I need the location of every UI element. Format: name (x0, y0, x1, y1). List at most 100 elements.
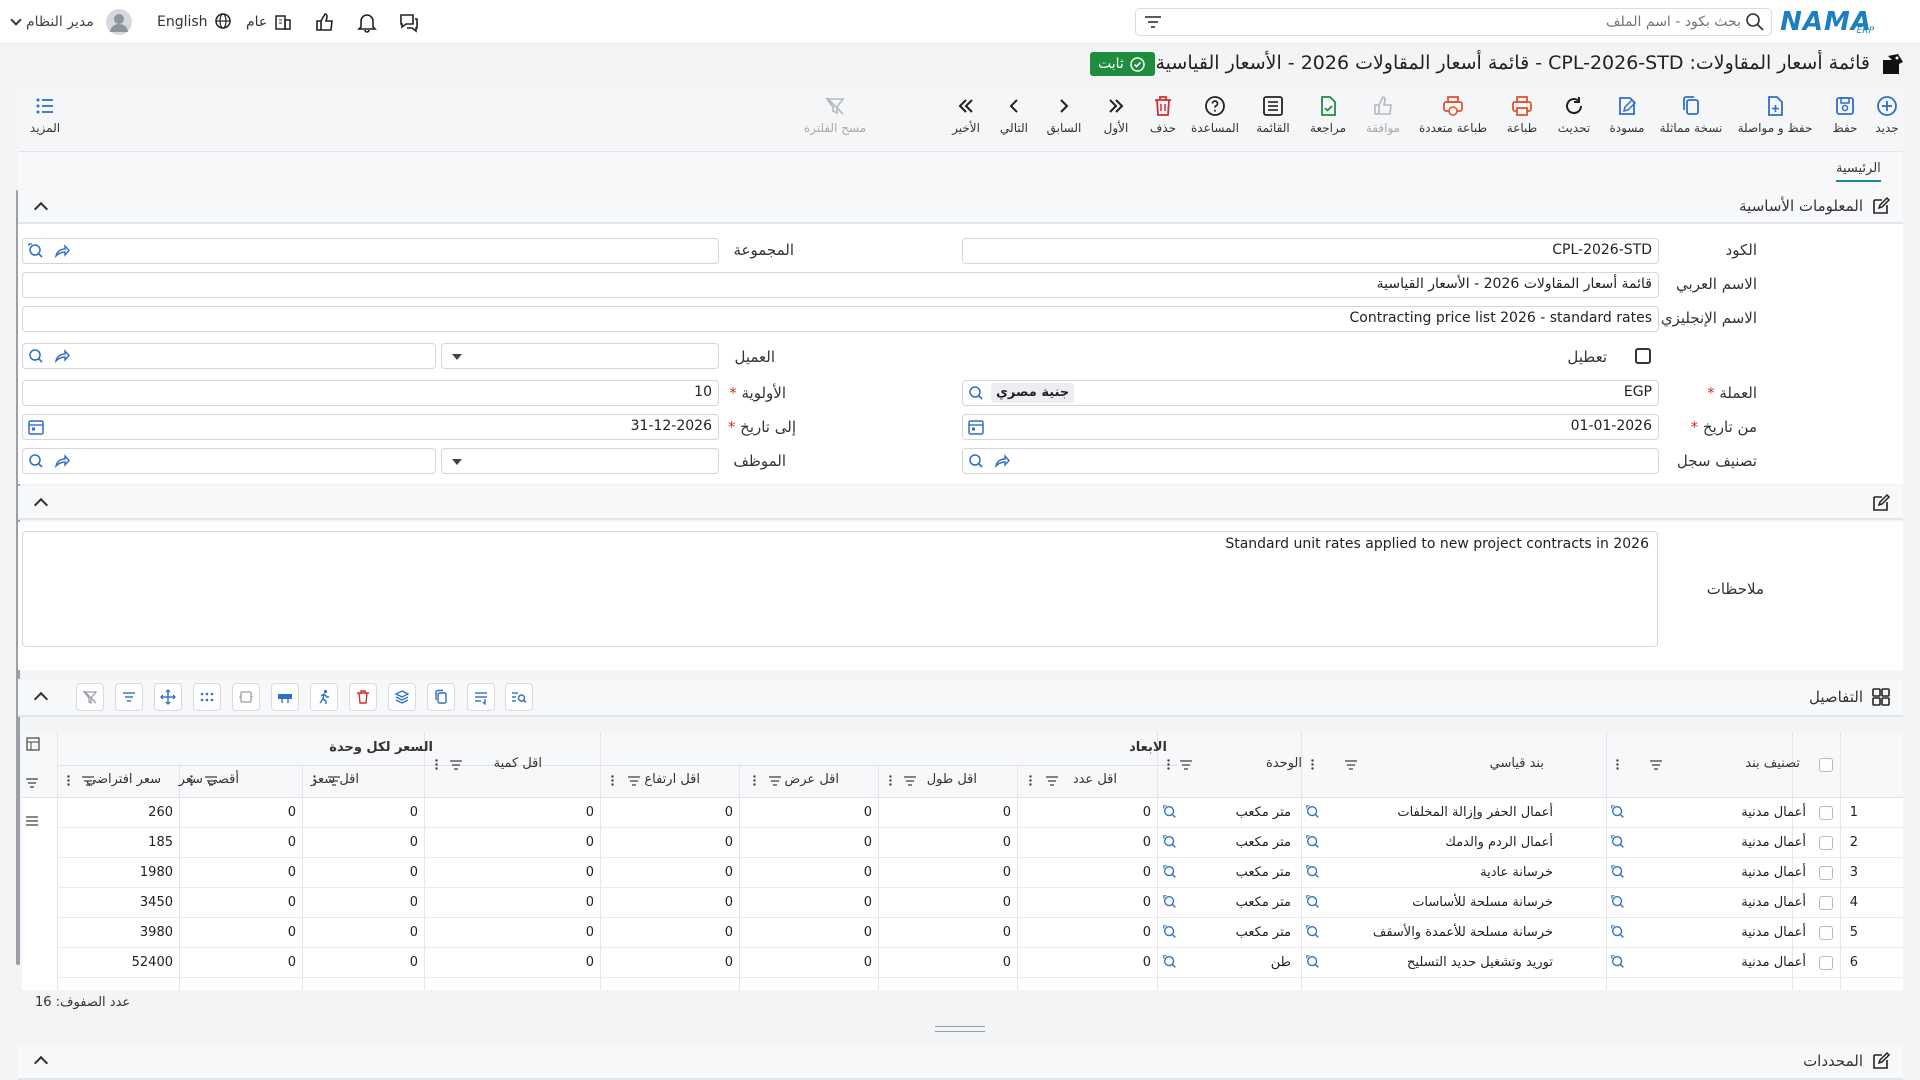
to-date-field[interactable]: 31-12-2026 (22, 414, 719, 440)
print-button[interactable]: طباعة (1505, 94, 1539, 146)
english-name-field[interactable]: Contracting price list 2026 - standard r… (22, 306, 1659, 332)
priority-field[interactable]: 10 (22, 380, 719, 406)
thumbs-up-icon[interactable] (314, 11, 334, 31)
filter-icon[interactable] (1046, 776, 1058, 786)
table-row[interactable] (57, 888, 1903, 918)
search-lookup-icon[interactable] (27, 347, 45, 365)
column-menu-icon[interactable] (753, 775, 756, 786)
filter-icon[interactable] (1650, 760, 1662, 770)
search-lookup-icon[interactable] (1305, 864, 1321, 880)
chevron-up-icon[interactable] (33, 691, 49, 707)
grid-insert-row-button[interactable] (271, 683, 299, 711)
search-lookup-icon[interactable] (1610, 834, 1626, 850)
notes-header[interactable] (18, 486, 1903, 520)
grid-search-button[interactable] (505, 683, 533, 711)
open-link-icon[interactable] (53, 242, 71, 260)
grid-columns-button[interactable] (193, 683, 221, 711)
column-menu-icon[interactable] (889, 775, 892, 786)
search-lookup-icon[interactable] (1162, 864, 1178, 880)
multi-print-button[interactable]: طباعة متعددة (1417, 94, 1489, 146)
filter-icon[interactable] (328, 776, 340, 786)
search-lookup-icon[interactable] (1305, 924, 1321, 940)
filter-icon[interactable] (1180, 760, 1192, 770)
column-menu-icon[interactable] (435, 759, 438, 770)
column-menu-icon[interactable] (313, 775, 316, 786)
open-link-icon[interactable] (993, 452, 1011, 470)
open-link-icon[interactable] (53, 452, 71, 470)
last-button[interactable]: الأخير (949, 94, 983, 146)
employee-field[interactable] (22, 448, 436, 474)
search-lookup-icon[interactable] (1162, 804, 1178, 820)
col-min-width[interactable]: اقل عرض (785, 772, 839, 787)
code-field[interactable]: CPL-2026-STD (962, 238, 1659, 264)
col-min-height[interactable]: اقل ارتفاع (644, 772, 700, 787)
open-link-icon[interactable] (53, 347, 71, 365)
chevron-up-icon[interactable] (33, 497, 49, 513)
tab-main[interactable]: الرئيسية (1836, 161, 1881, 182)
col-min-count[interactable]: اقل عدد (1073, 772, 1117, 787)
col-std-item[interactable]: بند قياسي (1490, 756, 1544, 771)
arabic-name-field[interactable]: قائمة أسعار المقاولات 2026 - الأسعار الق… (22, 272, 1659, 298)
col-item-class[interactable]: تصنيف بند (1745, 756, 1800, 771)
grid-move-button[interactable] (154, 683, 182, 711)
search-lookup-icon[interactable] (1162, 924, 1178, 940)
search-lookup-icon[interactable] (1610, 864, 1626, 880)
first-button[interactable]: الأول (1101, 94, 1131, 146)
customer-field[interactable] (22, 343, 436, 369)
draft-button[interactable]: مسودة (1607, 94, 1647, 146)
grid-copy-button[interactable] (427, 683, 455, 711)
filter-icon[interactable] (450, 760, 462, 770)
review-button[interactable]: مراجعة (1309, 94, 1347, 146)
constraints-header[interactable]: المحددات (18, 1044, 1903, 1080)
grid-clear-filter-button[interactable] (76, 683, 104, 711)
search-filter-icon[interactable] (1143, 12, 1163, 32)
grid-fit-button[interactable] (232, 683, 260, 711)
table-row[interactable] (57, 858, 1903, 888)
search-lookup-icon[interactable] (1162, 834, 1178, 850)
search-lookup-icon[interactable] (1610, 894, 1626, 910)
notes-textarea[interactable]: Standard unit rates applied to new proje… (22, 531, 1658, 647)
clear-filter-button[interactable]: مسح الفلترة (803, 94, 867, 146)
column-menu-icon[interactable] (1167, 759, 1170, 770)
column-menu-icon[interactable] (1029, 775, 1032, 786)
duplicate-button[interactable]: نسخة مماثلة (1659, 94, 1723, 146)
search-lookup-icon[interactable] (1610, 924, 1626, 940)
search-lookup-icon[interactable] (1305, 834, 1321, 850)
list-button[interactable]: القائمة (1255, 94, 1291, 146)
table-row[interactable] (57, 798, 1903, 828)
filter-icon[interactable] (769, 776, 781, 786)
column-menu-icon[interactable] (611, 775, 614, 786)
app-logo[interactable]: NAMA ERP (1780, 0, 1874, 44)
col-min-length[interactable]: اقل طول (927, 772, 977, 787)
scope-selector[interactable]: عام (246, 0, 293, 44)
search-lookup-icon[interactable] (967, 384, 985, 402)
save-continue-button[interactable]: حفظ و مواصلة (1735, 94, 1815, 146)
search-input[interactable] (1181, 11, 1741, 33)
refresh-button[interactable]: تحديث (1555, 94, 1593, 146)
row-checkbox[interactable] (1819, 956, 1833, 970)
col-unit[interactable]: الوحدة (1266, 756, 1302, 771)
search-lookup-icon[interactable] (1305, 894, 1321, 910)
table-row[interactable] (57, 828, 1903, 858)
grid-run-button[interactable] (310, 683, 338, 711)
save-button[interactable]: حفظ (1827, 94, 1863, 146)
table-row[interactable] (57, 948, 1903, 978)
global-search-box[interactable] (1135, 8, 1772, 36)
record-class-field[interactable] (962, 448, 1659, 474)
column-menu-icon[interactable] (67, 775, 70, 786)
filter-icon[interactable] (628, 776, 640, 786)
search-lookup-icon[interactable] (967, 452, 985, 470)
table-row[interactable] (57, 918, 1903, 948)
currency-field[interactable]: EGP جنية مصري (962, 380, 1659, 406)
grid-layers-button[interactable] (388, 683, 416, 711)
disable-checkbox[interactable] (1635, 348, 1651, 364)
search-lookup-icon[interactable] (27, 452, 45, 470)
bell-icon[interactable] (356, 11, 377, 33)
previous-button[interactable]: السابق (1045, 94, 1083, 146)
help-button[interactable]: المساعدة (1191, 94, 1239, 146)
filter-icon[interactable] (82, 776, 94, 786)
search-lookup-icon[interactable] (1305, 804, 1321, 820)
from-date-field[interactable]: 01-01-2026 (962, 414, 1659, 440)
language-selector[interactable]: English (157, 0, 234, 44)
customer-dropdown[interactable] (441, 343, 719, 369)
